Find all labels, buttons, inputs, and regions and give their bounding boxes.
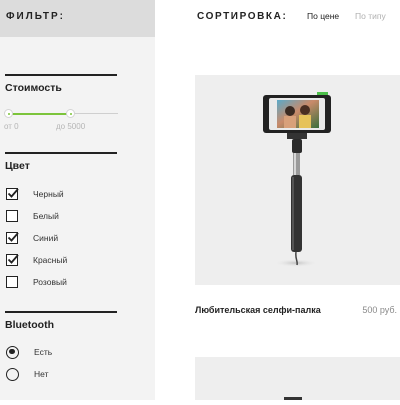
checkbox-checked-icon[interactable] <box>6 188 19 200</box>
color-option-white[interactable]: Белый <box>6 209 59 223</box>
color-option-label: Синий <box>33 233 59 243</box>
color-option-black[interactable]: Черный <box>6 187 64 201</box>
bluetooth-option-yes[interactable]: Есть <box>6 345 52 359</box>
filter-header: ФИЛЬТР: <box>0 0 155 37</box>
color-option-label: Черный <box>33 189 64 199</box>
color-option-label: Белый <box>33 211 59 221</box>
product-image-card[interactable] <box>195 75 400 285</box>
color-option-blue[interactable]: Синий <box>6 231 58 245</box>
product-price: 500 руб. <box>362 305 397 315</box>
checkbox-empty-icon[interactable] <box>6 276 18 288</box>
radio-selected-icon[interactable] <box>6 345 19 359</box>
color-option-label: Розовый <box>33 277 67 287</box>
price-slider-max-handle[interactable] <box>66 109 75 118</box>
product-image-card[interactable] <box>195 357 400 400</box>
price-slider-range <box>8 113 70 115</box>
color-section-title: Цвет <box>5 160 30 172</box>
checkbox-checked-icon[interactable] <box>6 232 19 244</box>
color-option-label: Красный <box>33 255 68 265</box>
price-max-label: до 5000 <box>56 122 86 131</box>
radio-unselected-icon[interactable] <box>6 367 19 381</box>
bluetooth-option-label: Есть <box>34 347 53 357</box>
color-option-red[interactable]: Красный <box>6 253 67 267</box>
sort-by-price-link[interactable]: По цене <box>307 11 339 21</box>
checkbox-checked-icon[interactable] <box>6 254 19 266</box>
filter-title: ФИЛЬТР: <box>6 11 65 22</box>
price-min-label: от 0 <box>4 122 19 131</box>
sort-title: СОРТИРОВКА: <box>197 11 288 22</box>
product-name[interactable]: Любительская селфи-палка <box>195 305 321 315</box>
product-image <box>284 397 302 400</box>
price-section-title: Стоимость <box>5 82 62 94</box>
bluetooth-option-no[interactable]: Нет <box>6 367 48 381</box>
sort-by-type-link[interactable]: По типу <box>355 11 386 21</box>
selfie-stick-image <box>263 92 331 267</box>
bluetooth-option-label: Нет <box>34 369 49 379</box>
bluetooth-section-divider <box>5 311 117 313</box>
checkbox-empty-icon[interactable] <box>6 210 18 222</box>
color-section-divider <box>5 152 117 154</box>
bluetooth-section-title: Bluetooth <box>5 319 54 331</box>
price-slider-min-handle[interactable] <box>4 109 13 118</box>
color-option-pink[interactable]: Розовый <box>6 275 67 289</box>
price-section-divider <box>5 74 117 76</box>
filter-sidebar: ФИЛЬТР: Стоимость от 0 до 5000 Цвет Черн… <box>0 0 155 400</box>
